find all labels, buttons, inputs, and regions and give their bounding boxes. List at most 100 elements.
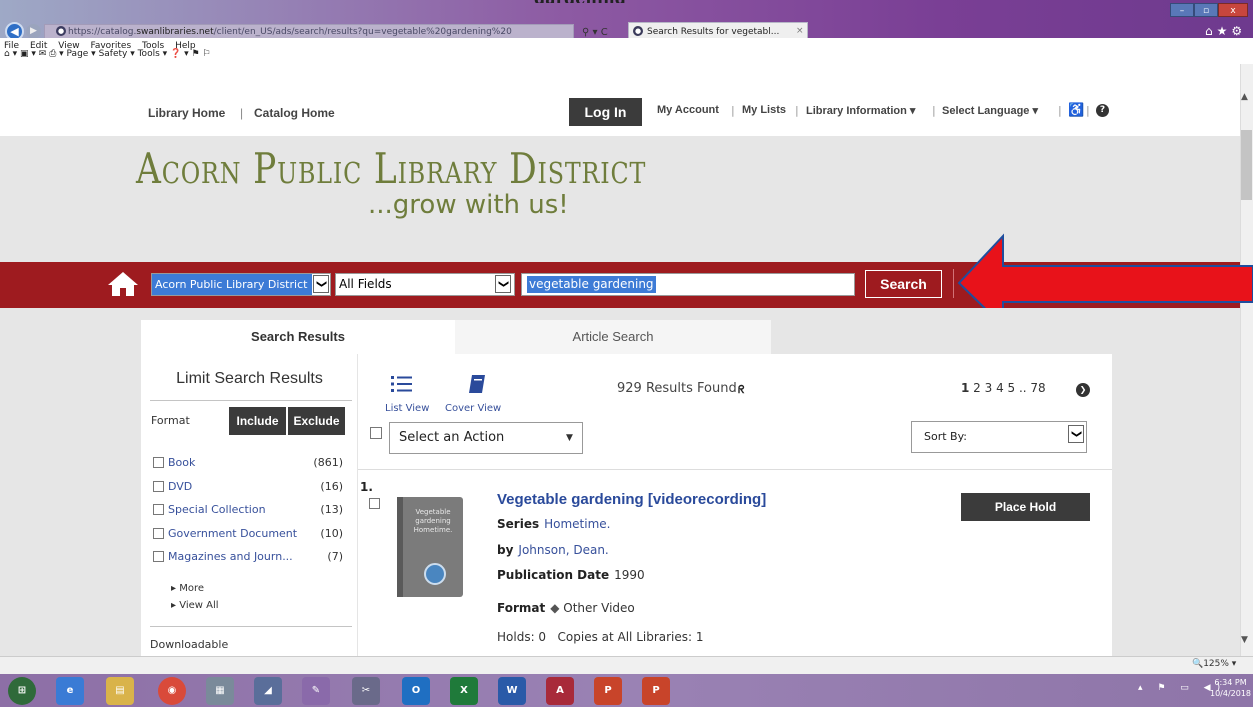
facet-label[interactable]: Government Document xyxy=(168,527,320,543)
facet-item-book[interactable]: Book (861) xyxy=(153,456,343,472)
facet-item-dvd[interactable]: DVD (16) xyxy=(153,480,343,496)
outlook-icon[interactable]: O xyxy=(402,677,430,705)
list-view-icon[interactable] xyxy=(390,374,414,394)
clock-time: 6:34 PM xyxy=(1214,678,1247,687)
action-select[interactable]: Select an Action xyxy=(389,422,583,454)
tab-search-results[interactable]: Search Results xyxy=(141,320,455,354)
close-button[interactable]: x xyxy=(1218,3,1248,17)
facet-checkbox[interactable] xyxy=(153,481,164,492)
pagination[interactable]: 1 2 3 4 5 .. 78 xyxy=(961,381,1046,395)
chevron-down-icon[interactable]: ❯ xyxy=(1068,425,1084,443)
result-checkbox[interactable] xyxy=(369,498,380,509)
caret-down-icon: ▾ xyxy=(1032,105,1039,117)
select-all-checkbox[interactable] xyxy=(370,427,382,439)
word-icon[interactable]: W xyxy=(498,677,526,705)
sort-select[interactable]: Sort By: xyxy=(911,421,1087,453)
format-facet-label: Format xyxy=(151,414,190,427)
internet-explorer-icon[interactable]: e xyxy=(56,677,84,705)
command-bar[interactable]: ⌂ ▾ ▣ ▾ ✉ ⎙ ▾ Page ▾ Safety ▾ Tools ▾ ❓ … xyxy=(0,48,1253,64)
library-logo-title[interactable]: Acorn Public Library District xyxy=(136,144,646,193)
clock-date: 10/4/2018 xyxy=(1210,689,1252,698)
list-view-link[interactable]: List View xyxy=(385,403,429,414)
select-language-dropdown[interactable]: Select Language ▾ xyxy=(942,104,1038,117)
facet-checkbox[interactable] xyxy=(153,551,164,562)
tab-favicon-icon: ● xyxy=(633,26,643,36)
snipping-tool-icon[interactable]: ✂ xyxy=(352,677,380,705)
divider xyxy=(150,626,352,627)
catalog-home-link[interactable]: Catalog Home xyxy=(254,106,335,120)
pen-app-icon[interactable]: ◢ xyxy=(254,677,282,705)
cover-view-icon[interactable] xyxy=(467,374,487,394)
scroll-down-icon[interactable]: ▼ xyxy=(1241,635,1248,645)
home-favorites-settings-icons[interactable]: ⌂★⚙ xyxy=(1205,24,1246,38)
facet-label[interactable]: Magazines and Journ... xyxy=(168,550,327,566)
tab-close-icon[interactable]: × xyxy=(796,26,804,36)
site-security-icon: ● xyxy=(56,26,66,36)
powerpoint-icon[interactable]: P xyxy=(642,677,670,705)
excel-icon[interactable]: X xyxy=(450,677,478,705)
field-select[interactable]: All Fields xyxy=(335,273,515,296)
facet-checkbox[interactable] xyxy=(153,528,164,539)
chevron-down-icon[interactable]: ❯ xyxy=(313,275,329,293)
more-link[interactable]: ▸ More xyxy=(171,583,204,594)
clock[interactable]: 6:34 PM 10/4/2018 xyxy=(1210,677,1251,699)
my-lists-link[interactable]: My Lists xyxy=(742,104,786,116)
facet-label[interactable]: Book xyxy=(168,456,313,472)
series-link[interactable]: Hometime. xyxy=(544,517,610,531)
facet-label[interactable]: Special Collection xyxy=(168,503,320,519)
window-controls: – ▫ x xyxy=(1170,3,1250,17)
scrollbar-thumb[interactable] xyxy=(1241,130,1252,200)
facet-count: (13) xyxy=(320,503,343,516)
rss-icon[interactable]: ᖇ xyxy=(738,383,745,397)
address-controls[interactable]: ⚲ ▾ C xyxy=(582,27,608,38)
facet-item-special-collection[interactable]: Special Collection (13) xyxy=(153,503,343,519)
facet-checkbox[interactable] xyxy=(153,457,164,468)
tab-article-search[interactable]: Article Search xyxy=(455,320,771,354)
facet-item-government-document[interactable]: Government Document (10) xyxy=(153,527,343,543)
forward-button[interactable]: ▶ xyxy=(26,24,41,39)
minimize-button[interactable]: – xyxy=(1170,3,1194,17)
chrome-icon[interactable]: ◉ xyxy=(158,677,186,705)
tab-title[interactable]: Search Results for vegetabl... xyxy=(647,27,779,37)
limit-search-results-title: Limit Search Results xyxy=(176,370,323,387)
divider xyxy=(358,469,1112,470)
access-icon[interactable]: A xyxy=(546,677,574,705)
facet-label[interactable]: DVD xyxy=(168,480,320,496)
include-button[interactable]: Include xyxy=(229,407,286,435)
view-all-link[interactable]: ▸ View All xyxy=(171,600,219,611)
help-icon[interactable]: ? xyxy=(1096,104,1109,117)
paint-icon[interactable]: ✎ xyxy=(302,677,330,705)
library-information-dropdown[interactable]: Library Information ▾ xyxy=(806,104,915,117)
search-button[interactable]: Search xyxy=(865,270,942,298)
next-page-icon[interactable]: ❯ xyxy=(1076,383,1090,397)
calculator-icon[interactable]: ▦ xyxy=(206,677,234,705)
cover-view-link[interactable]: Cover View xyxy=(445,403,501,414)
home-icon[interactable] xyxy=(106,270,140,298)
my-account-link[interactable]: My Account xyxy=(657,104,719,116)
copies-count: Copies at All Libraries: 1 xyxy=(557,630,704,644)
start-button[interactable]: ⊞ xyxy=(8,677,36,705)
result-title-link[interactable]: Vegetable gardening [videorecording] xyxy=(497,491,766,508)
caret-down-icon: ▼ xyxy=(566,433,573,443)
scroll-up-icon[interactable]: ▲ xyxy=(1241,92,1248,102)
accessibility-icon[interactable]: ♿ xyxy=(1068,102,1084,118)
url-text[interactable]: https://catalog.swanlibraries.net/client… xyxy=(68,27,512,37)
result-format: Format ◆ Other Video xyxy=(497,601,635,615)
place-hold-button[interactable]: Place Hold xyxy=(961,493,1090,521)
author-link[interactable]: Johnson, Dean. xyxy=(518,543,608,557)
library-home-link[interactable]: Library Home xyxy=(148,106,225,120)
nav-separator: | xyxy=(1058,104,1062,117)
maximize-button[interactable]: ▫ xyxy=(1194,3,1218,17)
nav-separator: | xyxy=(731,104,735,117)
tag-icon: ◆ xyxy=(550,601,564,615)
chevron-down-icon[interactable]: ❯ xyxy=(495,275,511,293)
zoom-level[interactable]: 🔍125% ▾ xyxy=(1192,659,1236,669)
series-label: Series xyxy=(497,517,540,531)
page-links[interactable]: 2 3 4 5 .. 78 xyxy=(969,381,1046,395)
facet-checkbox[interactable] xyxy=(153,504,164,515)
powerpoint-icon[interactable]: P xyxy=(594,677,622,705)
exclude-button[interactable]: Exclude xyxy=(288,407,345,435)
login-button[interactable]: Log In xyxy=(569,98,642,126)
file-explorer-icon[interactable]: ▤ xyxy=(106,677,134,705)
facet-item-magazines[interactable]: Magazines and Journ... (7) xyxy=(153,550,343,566)
